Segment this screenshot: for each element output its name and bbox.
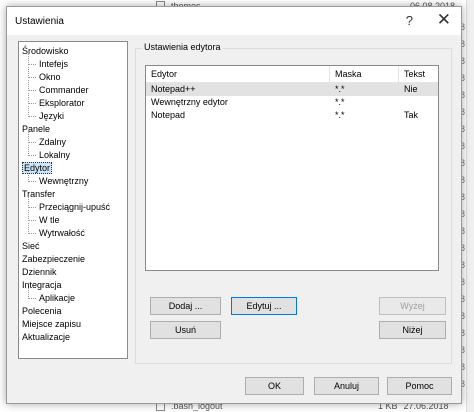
group-title: Ustawienia edytora bbox=[142, 42, 223, 52]
tree-item-label: Miejsce zapisu bbox=[22, 319, 82, 329]
tree-item[interactable]: Aktualizacje bbox=[19, 331, 127, 344]
tree-item-label: Sieć bbox=[22, 241, 40, 251]
cell-mask: *.* bbox=[335, 84, 345, 94]
tree-item-label: Aktualizacje bbox=[22, 332, 71, 342]
move-up-button[interactable]: Wyżej bbox=[379, 297, 446, 315]
settings-dialog: Ustawienia ? ✕ Środowisko Intefejs Okno Com… bbox=[6, 6, 462, 404]
tree-item[interactable]: Języki bbox=[19, 106, 127, 123]
cell-text: Tak bbox=[404, 110, 419, 120]
tree-item-label: Wytrwałość bbox=[39, 228, 85, 238]
tree-item-label: Eksplorator bbox=[39, 98, 85, 108]
cell-text: Nie bbox=[404, 84, 418, 94]
cell-editor: Notepad++ bbox=[151, 84, 196, 94]
list-row[interactable]: Wewnętrzny edytor *.* bbox=[146, 96, 438, 109]
tree-item-label: Dziennik bbox=[22, 267, 57, 277]
tree-item-label: Okno bbox=[39, 72, 61, 82]
tree-item-label: Panele bbox=[22, 124, 51, 134]
column-header-mask[interactable]: Maska bbox=[330, 66, 399, 82]
editor-settings-group: Ustawienia edytora Edytor Maska Tekst No… bbox=[135, 42, 452, 364]
column-header-text[interactable]: Tekst bbox=[399, 66, 438, 82]
cell-mask: *.* bbox=[335, 97, 345, 107]
tree-item[interactable]: Lokalny bbox=[19, 145, 127, 162]
ok-button[interactable]: OK bbox=[245, 377, 304, 395]
editor-list[interactable]: Edytor Maska Tekst Notepad++ *.* Nie Wewnęt… bbox=[145, 65, 439, 271]
tree-item-label: Zabezpieczenie bbox=[22, 254, 86, 264]
tree-item-label: Lokalny bbox=[39, 150, 71, 160]
tree-item[interactable]: Miejsce zapisu bbox=[19, 318, 127, 331]
title-bar[interactable]: Ustawienia ? ✕ bbox=[7, 7, 461, 35]
list-header: Edytor Maska Tekst bbox=[146, 66, 438, 83]
settings-tree[interactable]: Środowisko Intefejs Okno Commander Eksplorat… bbox=[18, 41, 128, 359]
tree-item[interactable]: Aplikacje bbox=[19, 288, 127, 305]
edit-button[interactable]: Edytuj ... bbox=[231, 297, 297, 315]
close-icon[interactable]: ✕ bbox=[437, 10, 451, 30]
tree-item-label: Języki bbox=[39, 111, 65, 121]
tree-item-label: Aplikacje bbox=[39, 293, 76, 303]
tree-item[interactable]: Wewnętrzny bbox=[19, 171, 127, 188]
tree-item[interactable]: Dziennik bbox=[19, 266, 127, 279]
tree-item-label: Commander bbox=[39, 85, 89, 95]
cell-editor: Notepad bbox=[151, 110, 186, 120]
tree-item[interactable]: Zabezpieczenie bbox=[19, 253, 127, 266]
cell-editor: Wewnętrzny edytor bbox=[151, 97, 228, 107]
tree-item[interactable]: Polecenia bbox=[19, 305, 127, 318]
list-row[interactable]: Notepad *.* Tak bbox=[146, 109, 438, 122]
help-button[interactable]: Pomoc bbox=[387, 377, 452, 395]
tree-item-label: Wewnętrzny bbox=[39, 176, 89, 186]
background-scrollbar[interactable] bbox=[466, 0, 474, 412]
cell-mask: *.* bbox=[335, 110, 345, 120]
tree-item-label: Intefejs bbox=[39, 59, 69, 69]
column-header-editor[interactable]: Edytor bbox=[146, 66, 330, 82]
tree-item[interactable]: Sieć bbox=[19, 240, 127, 253]
dialog-title: Ustawienia bbox=[15, 15, 64, 27]
tree-item[interactable]: Wytrwałość bbox=[19, 223, 127, 240]
tree-item-label: Zdalny bbox=[39, 137, 67, 147]
list-body: Notepad++ *.* Nie Wewnętrzny edytor *.* Notep… bbox=[146, 83, 438, 122]
help-question-icon[interactable]: ? bbox=[406, 13, 413, 28]
list-row[interactable]: Notepad++ *.* Nie bbox=[146, 83, 438, 96]
tree-item-label: W tle bbox=[39, 215, 60, 225]
cancel-button[interactable]: Anuluj bbox=[314, 377, 379, 395]
add-button[interactable]: Dodaj ... bbox=[150, 297, 221, 315]
tree-item-label: Edytor bbox=[22, 162, 53, 174]
cell-text bbox=[399, 96, 438, 109]
tree-item-label: Polecenia bbox=[22, 306, 62, 316]
tree-item-label: Przeciągnij-upuść bbox=[39, 202, 111, 212]
remove-button[interactable]: Usuń bbox=[150, 321, 221, 339]
move-down-button[interactable]: Niżej bbox=[379, 321, 446, 339]
tree-item-label: Transfer bbox=[22, 189, 56, 199]
